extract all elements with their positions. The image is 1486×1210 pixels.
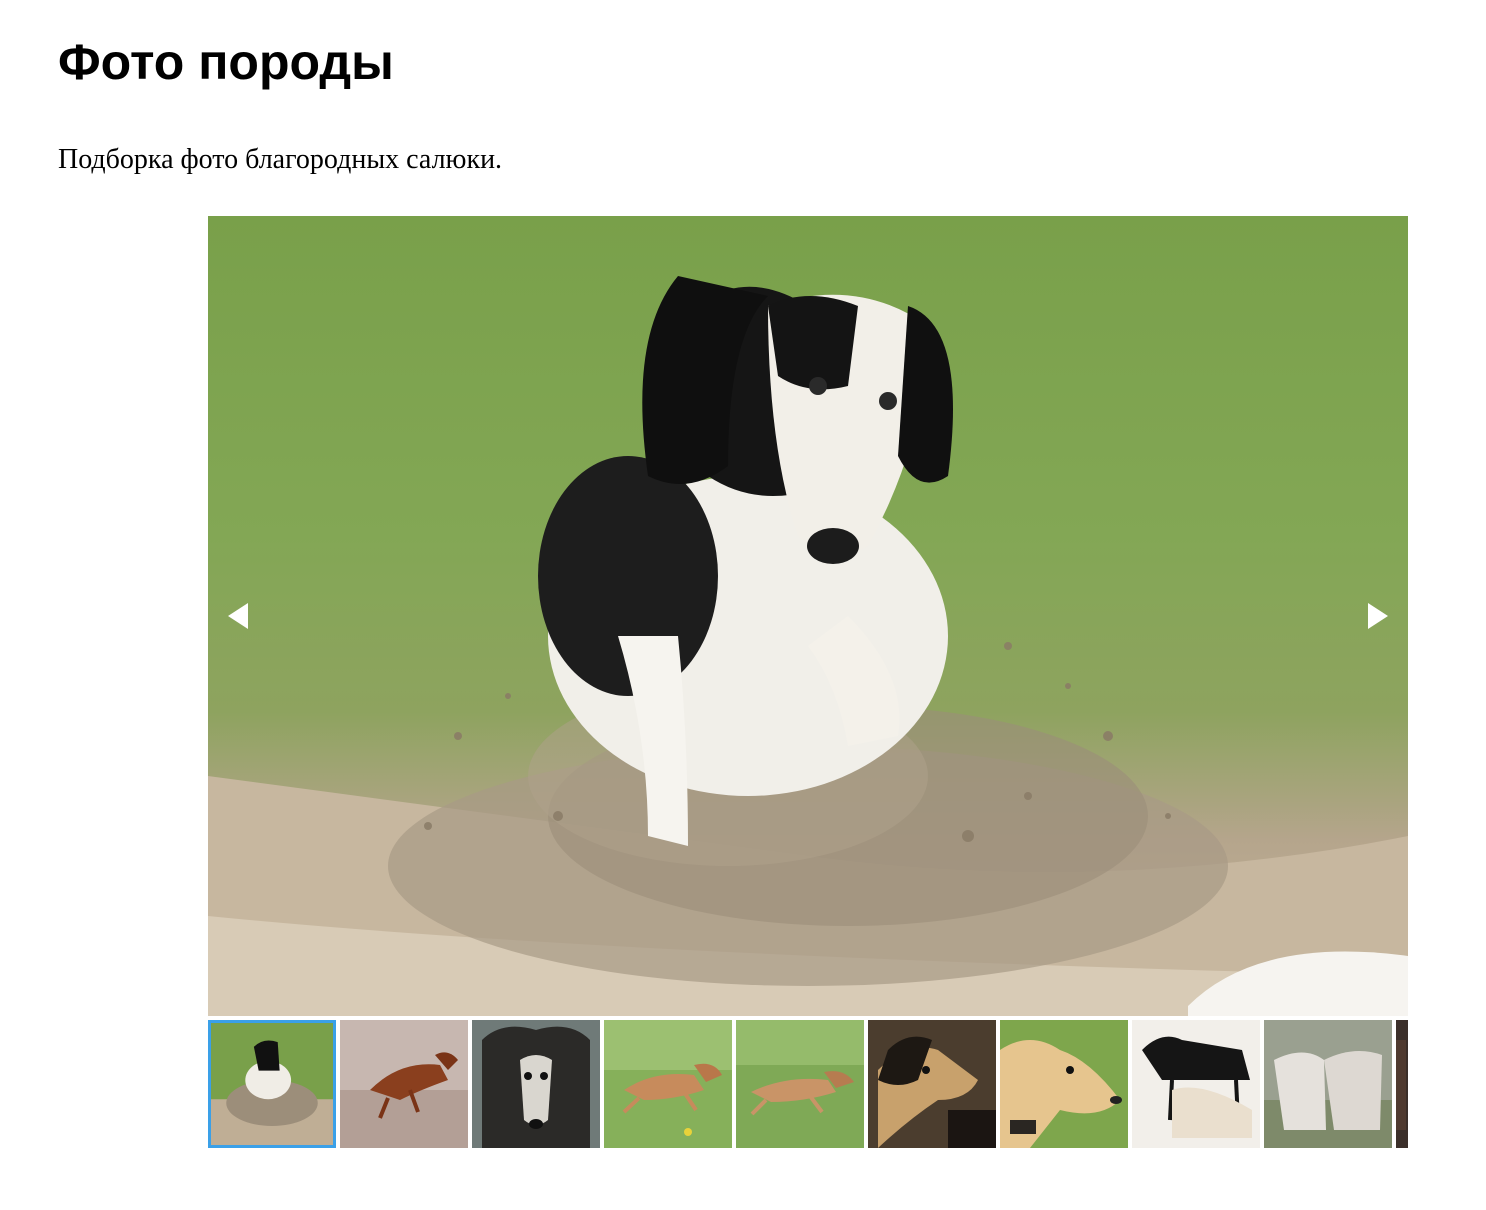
thumbnail-6[interactable] <box>868 1020 996 1148</box>
thumbnail-7[interactable] <box>1000 1020 1128 1148</box>
main-photo <box>208 216 1408 1016</box>
thumbnail-1[interactable] <box>208 1020 336 1148</box>
thumbnail-8[interactable] <box>1132 1020 1260 1148</box>
previous-photo-button[interactable] <box>222 599 256 633</box>
thumbnail-9[interactable] <box>1264 1020 1392 1148</box>
photo-gallery <box>208 216 1408 1148</box>
thumbnail-3[interactable] <box>472 1020 600 1148</box>
black-white-saluki-sand-photo-icon <box>211 1023 333 1145</box>
black-tan-saluki-portrait-photo-icon <box>472 1020 600 1148</box>
thumbnail-10[interactable] <box>1396 1020 1408 1148</box>
thumbnail-strip <box>208 1020 1408 1148</box>
thumbnail-4[interactable] <box>604 1020 732 1148</box>
two-salukis-studio-photo-icon <box>1132 1020 1260 1148</box>
white-salukis-park-photo-icon <box>1264 1020 1392 1148</box>
saluki-running-in-sand-photo-icon <box>208 276 1408 1016</box>
golden-saluki-head-photo-icon <box>1000 1020 1128 1148</box>
thumbnail-5[interactable] <box>736 1020 864 1148</box>
page-title: Фото породы <box>58 34 394 90</box>
cream-saluki-running-grass-photo-2-icon <box>736 1020 864 1148</box>
next-photo-button[interactable] <box>1360 599 1394 633</box>
red-saluki-running-wet-sand-photo-icon <box>340 1020 468 1148</box>
cream-saluki-running-grass-photo-icon <box>604 1020 732 1148</box>
triangle-right-icon <box>1368 603 1388 629</box>
intro-text: Подборка фото благородных салюки. <box>58 144 503 175</box>
black-tan-saluki-head-photo-icon <box>868 1020 996 1148</box>
triangle-left-icon <box>228 603 248 629</box>
partial-thumbnail-photo-icon <box>1396 1020 1408 1148</box>
thumbnail-2[interactable] <box>340 1020 468 1148</box>
